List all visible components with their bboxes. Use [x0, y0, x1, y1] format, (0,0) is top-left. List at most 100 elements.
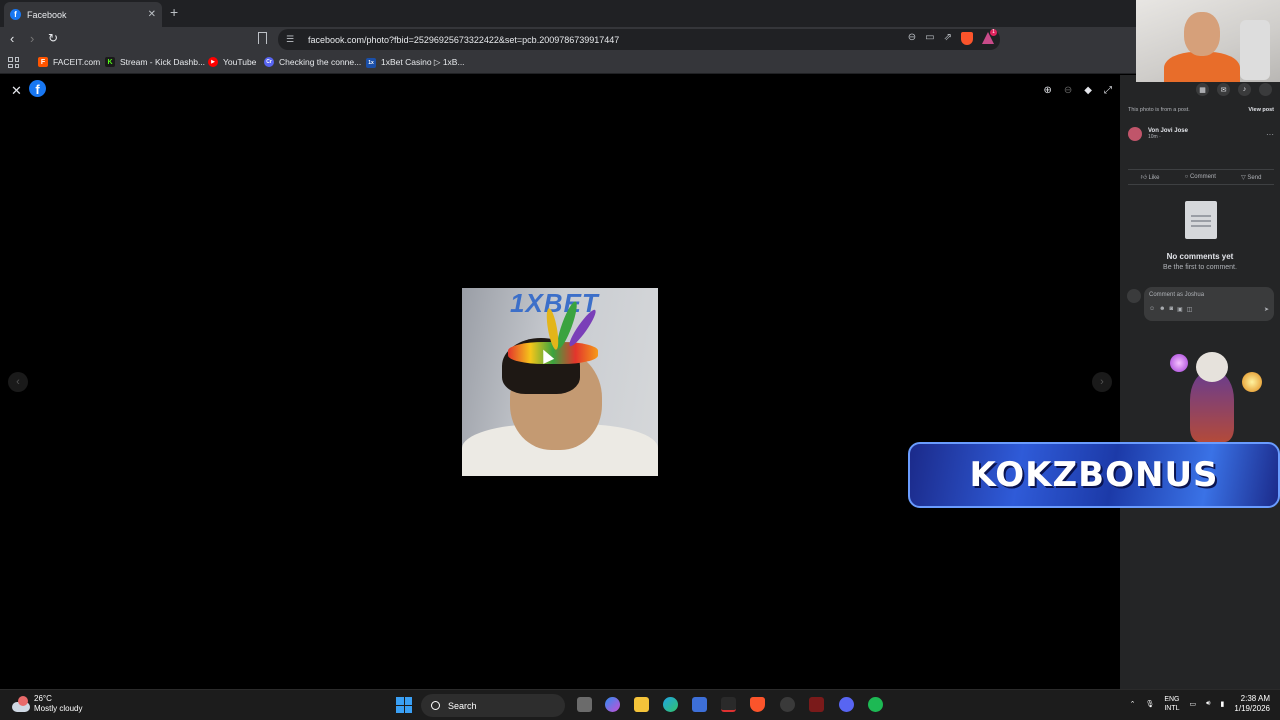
share-icon[interactable]: ⇗ — [944, 32, 952, 45]
camera-icon[interactable]: ◙ — [1169, 306, 1173, 313]
copilot-icon[interactable] — [605, 697, 620, 712]
address-bar[interactable]: ☰ facebook.com/photo?fbid=25296925673322… — [278, 29, 1000, 50]
mascot-purple-orb — [1170, 354, 1188, 372]
photo-viewer: ✕ f ⊕ ⊖ ◆ ⤢ ‹ › 1XBET — [0, 75, 1120, 689]
comment-button[interactable]: ○ Comment — [1185, 174, 1216, 180]
steam-icon[interactable] — [780, 697, 795, 712]
photo-note-text: This photo is from a post. — [1128, 107, 1190, 113]
search-icon — [431, 701, 440, 710]
photo-image: 1XBET — [462, 288, 658, 476]
zoom-out-icon[interactable]: ⊖ — [1064, 85, 1072, 96]
webcam-face — [1184, 12, 1220, 56]
brave-shields-icon[interactable] — [961, 32, 973, 45]
comment-input[interactable]: Comment as Joshua ☺ ☻ ◙ ▣ ◫ ➤ — [1144, 287, 1274, 321]
bookmark-faceit[interactable]: F FACEIT.com — [38, 57, 100, 67]
site-info-icon[interactable]: ☰ — [286, 34, 298, 45]
spotify-icon[interactable] — [868, 697, 883, 712]
start-button[interactable] — [396, 697, 412, 713]
apps-grid-icon[interactable] — [8, 57, 19, 68]
bookmark-icon[interactable] — [258, 32, 267, 44]
avatar-sticker-icon[interactable]: ☺ — [1149, 306, 1155, 313]
language-code: ENG — [1164, 696, 1180, 703]
commenter-avatar — [1127, 289, 1141, 303]
microphone-icon[interactable]: 🎙︎ — [1145, 700, 1154, 708]
like-label: Like — [1148, 175, 1160, 181]
post-time: 10m · — [1148, 134, 1161, 140]
forward-icon[interactable]: › — [30, 31, 34, 46]
new-tab-icon[interactable]: + — [170, 4, 178, 20]
store-icon[interactable] — [692, 697, 707, 712]
bookmark-checking-connection[interactable]: Cr Checking the conne... — [264, 57, 361, 67]
battery-icon[interactable]: ▮ — [1221, 700, 1225, 708]
photo-wall-logo: 1XBET — [510, 288, 599, 318]
author-avatar[interactable] — [1128, 127, 1142, 141]
bookmark-youtube[interactable]: ▶ YouTube — [208, 57, 256, 67]
rewards-badge: 1 — [990, 29, 997, 36]
address-bar-actions: ⊖ ▭ ⇗ 1 — [908, 29, 997, 45]
bookmark-1xbet[interactable]: 1x 1xBet Casino ▷ 1xB... — [366, 57, 465, 68]
taskbar-search[interactable]: Search — [421, 694, 565, 717]
edge-icon[interactable] — [663, 697, 678, 712]
profile-avatar[interactable] — [1259, 83, 1272, 96]
post-author: Von Jovi Jose 10m · ··· — [1128, 127, 1274, 141]
back-icon[interactable]: ‹ — [10, 31, 14, 46]
brave-rewards-icon[interactable]: 1 — [982, 29, 997, 44]
photo-post-note: This photo is from a post. View post — [1128, 107, 1274, 113]
connection-icon: Cr — [264, 57, 274, 67]
1xbet-icon: 1x — [366, 57, 376, 68]
weather-widget[interactable]: 26°C Mostly cloudy — [12, 694, 82, 714]
like-button[interactable]: 👍︎ Like — [1141, 173, 1160, 181]
fullscreen-icon[interactable]: ⤢ — [1104, 85, 1112, 96]
system-clock[interactable]: 2:38 AM 1/19/2026 — [1234, 694, 1270, 714]
emoji-icon[interactable]: ☻ — [1159, 306, 1165, 313]
webcam-chair — [1240, 20, 1270, 80]
language-indicator[interactable]: ENG INTL — [1164, 695, 1179, 713]
no-comments-title: No comments yet — [1166, 252, 1234, 261]
comment-placeholder: Comment as Joshua — [1149, 292, 1205, 298]
mascot-gold-orb — [1242, 372, 1262, 392]
tag-icon[interactable]: ◆ — [1084, 85, 1092, 96]
sticker-icon[interactable]: ◫ — [1187, 306, 1193, 313]
gif-icon[interactable]: ▣ — [1177, 306, 1183, 313]
send-comment-icon[interactable]: ➤ — [1264, 306, 1269, 313]
browser-toolbar: ‹ › ↻ ☰ facebook.com/photo?fbid=25296925… — [0, 27, 1280, 52]
previous-photo-button[interactable]: ‹ — [8, 372, 28, 392]
search-label: Search — [448, 700, 477, 711]
notifications-icon[interactable]: ♪ — [1238, 83, 1251, 96]
empty-document-icon — [1185, 201, 1217, 239]
obs-app-icon[interactable] — [721, 697, 736, 712]
volume-icon[interactable]: 🔊︎ — [1206, 700, 1210, 708]
send-button[interactable]: ▽ Send — [1241, 174, 1261, 181]
system-tray: ⌃ 🎙︎ ENG INTL ▭ 🔊︎ ▮ 2:38 AM 1/19/2026 — [1130, 694, 1270, 714]
discord-icon[interactable] — [839, 697, 854, 712]
dota-icon[interactable] — [809, 697, 824, 712]
kick-icon: K — [105, 57, 115, 67]
no-comments-subtitle: Be the first to comment. — [1163, 264, 1237, 271]
mascot-character-image — [1150, 348, 1278, 448]
messenger-icon[interactable]: ✉ — [1217, 83, 1230, 96]
cast-icon[interactable]: ▭ — [925, 32, 934, 45]
zoom-icon[interactable]: ⊖ — [908, 32, 916, 45]
weather-condition: Mostly cloudy — [34, 704, 83, 713]
facebook-logo-icon[interactable]: f — [29, 80, 46, 97]
send-label: Send — [1247, 174, 1262, 181]
file-explorer-icon[interactable] — [634, 697, 649, 712]
task-view-icon[interactable] — [577, 697, 592, 712]
weather-temperature: 26°C — [34, 694, 52, 703]
bookmark-kick[interactable]: K Stream - Kick Dashb... — [105, 57, 205, 67]
network-icon[interactable]: ▭ — [1190, 700, 1197, 708]
tab-facebook[interactable]: f Facebook ✕ — [4, 2, 162, 27]
reload-icon[interactable]: ↻ — [48, 31, 58, 45]
tray-overflow-icon[interactable]: ⌃ — [1130, 700, 1136, 708]
more-options-icon[interactable]: ··· — [1266, 130, 1274, 139]
tab-title: Facebook — [27, 9, 67, 20]
tab-close-icon[interactable]: ✕ — [148, 9, 156, 20]
brave-browser-icon[interactable] — [750, 697, 765, 712]
close-viewer-icon[interactable]: ✕ — [11, 83, 22, 99]
zoom-in-icon[interactable]: ⊕ — [1044, 85, 1052, 96]
view-post-link[interactable]: View post — [1248, 107, 1274, 113]
keyboard-layout: INTL — [1164, 705, 1180, 712]
menu-grid-icon[interactable]: ▦ — [1196, 83, 1209, 96]
comment-tools: ☺ ☻ ◙ ▣ ◫ ➤ — [1149, 306, 1269, 313]
next-photo-button[interactable]: › — [1092, 372, 1112, 392]
